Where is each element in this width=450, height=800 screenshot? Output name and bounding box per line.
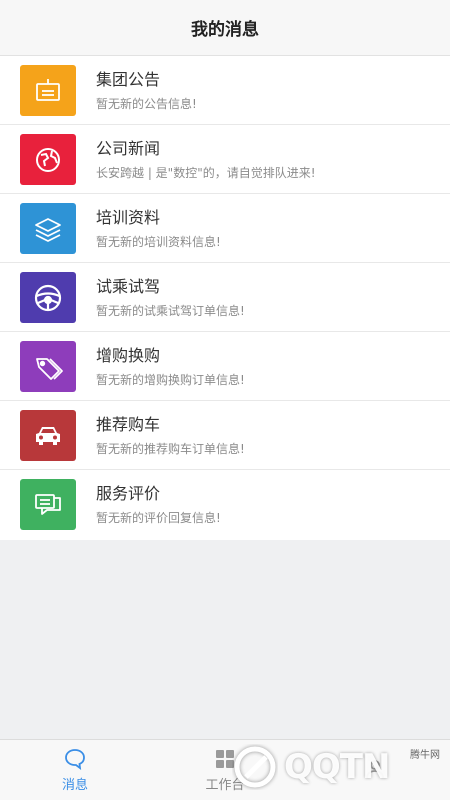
item-title: 培训资料	[96, 208, 161, 227]
list-item-group-announcement[interactable]: 集团公告 暂无新的公告信息!	[0, 56, 450, 125]
list-item-training[interactable]: 培训资料 暂无新的培训资料信息!	[0, 194, 450, 263]
list-item-service-review[interactable]: 服务评价 暂无新的评价回复信息!	[0, 470, 450, 539]
item-subtitle: 暂无新的公告信息!	[96, 97, 197, 111]
tab-label: 消息	[61, 778, 88, 793]
watermark: QQTN 腾牛网	[232, 738, 442, 796]
list-item-test-drive[interactable]: 试乘试驾 暂无新的试乘试驾订单信息!	[0, 263, 450, 332]
announcement-board-icon	[20, 65, 76, 116]
list-item-trade-in[interactable]: 增购换购 暂无新的增购换购订单信息!	[0, 332, 450, 401]
list-item-company-news[interactable]: 公司新闻 长安跨越 | 是"数控"的，请自觉排队进来!	[0, 125, 450, 194]
page-title: 我的消息	[191, 20, 259, 40]
watermark-small-text: 腾牛网	[410, 750, 440, 761]
item-title: 推荐购车	[96, 415, 161, 434]
steering-wheel-icon	[20, 272, 76, 323]
item-title: 公司新闻	[96, 139, 161, 158]
item-title: 试乘试驾	[96, 277, 161, 296]
item-title: 增购换购	[96, 346, 161, 365]
item-subtitle: 暂无新的增购换购订单信息!	[96, 373, 245, 387]
message-list: 集团公告 暂无新的公告信息! 公司新闻 长安跨越 | 是"数控"的，请自觉排队进…	[0, 56, 450, 540]
car-icon	[20, 410, 76, 461]
item-subtitle: 暂无新的推荐购车订单信息!	[96, 442, 245, 456]
message-bubble-icon	[65, 749, 85, 770]
item-subtitle: 暂无新的试乘试驾订单信息!	[96, 304, 245, 318]
app-header: 我的消息	[0, 0, 450, 56]
chat-bubbles-icon	[20, 479, 76, 530]
item-title: 服务评价	[96, 484, 161, 503]
price-tags-icon	[20, 341, 76, 392]
watermark-logo-icon	[234, 746, 276, 788]
globe-icon	[20, 134, 76, 185]
item-subtitle: 暂无新的培训资料信息!	[96, 235, 221, 249]
item-subtitle: 长安跨越 | 是"数控"的，请自觉排队进来!	[96, 166, 316, 180]
layers-icon	[20, 203, 76, 254]
list-item-recommend-purchase[interactable]: 推荐购车 暂无新的推荐购车订单信息!	[0, 401, 450, 470]
tab-messages[interactable]: 消息	[0, 740, 150, 800]
item-subtitle: 暂无新的评价回复信息!	[96, 511, 221, 525]
watermark-text: QQTN	[284, 747, 390, 787]
item-title: 集团公告	[96, 70, 161, 89]
